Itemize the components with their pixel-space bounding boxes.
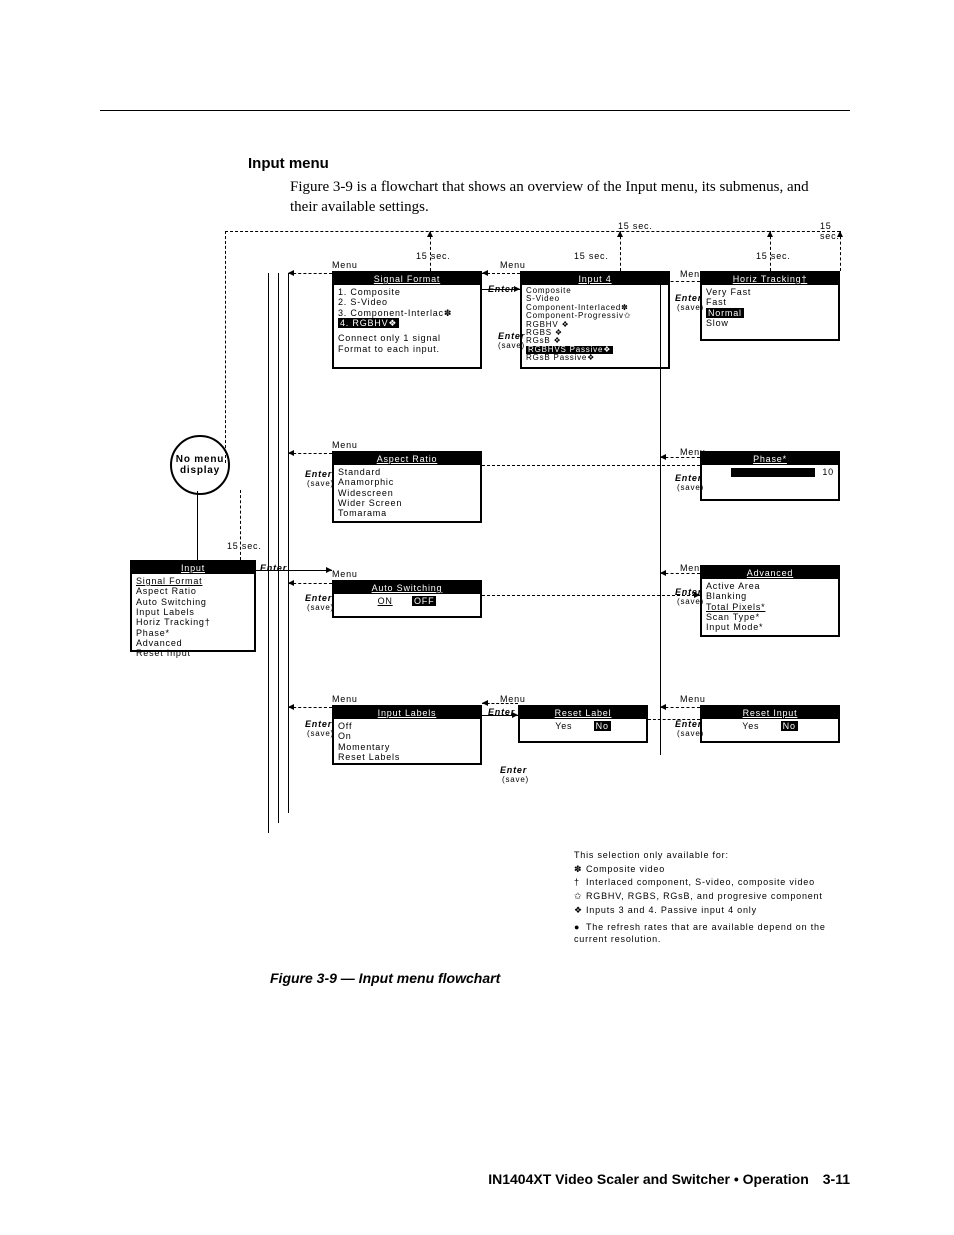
aspect-ratio-box: Aspect Ratio Standard Anamorphic Widescr… (332, 451, 482, 523)
phase-box: Phase* 10 (700, 451, 840, 501)
page-footer: IN1404XT Video Scaler and Switcher • Ope… (100, 1171, 850, 1187)
input-box: Input Signal Format Aspect Ratio Auto Sw… (130, 560, 256, 652)
auto-switching-box: Auto Switching ON OFF (332, 580, 482, 618)
reset-input-box: Reset Input Yes No (700, 705, 840, 743)
horiz-tracking-box: Horiz Tracking† Very Fast Fast Normal Sl… (700, 271, 840, 341)
section-heading: Input menu (248, 155, 329, 172)
intro-paragraph: Figure 3-9 is a flowchart that shows an … (290, 178, 838, 217)
reset-label-box: Reset Label Yes No (518, 705, 648, 743)
advanced-box: Advanced Active Area Blanking Total Pixe… (700, 565, 840, 637)
footnotes: This selection only available for: ✽Comp… (574, 850, 854, 948)
no-menu-oval: No menu display (170, 435, 230, 495)
header-rule (100, 110, 850, 111)
input-labels-box: Input Labels Off On Momentary Reset Labe… (332, 705, 482, 765)
timeout-label: 15 sec. (820, 221, 850, 241)
figure-caption: Figure 3-9 — Input menu flowchart (270, 970, 500, 986)
signal-format-box: Signal Format 1. Composite 2. S-Video 3.… (332, 271, 482, 369)
flowchart-diagram: 15 sec. 15 sec. No menu display Input Si… (120, 225, 850, 955)
input4-box: Input 4 Composite S-Video Component-Inte… (520, 271, 670, 369)
